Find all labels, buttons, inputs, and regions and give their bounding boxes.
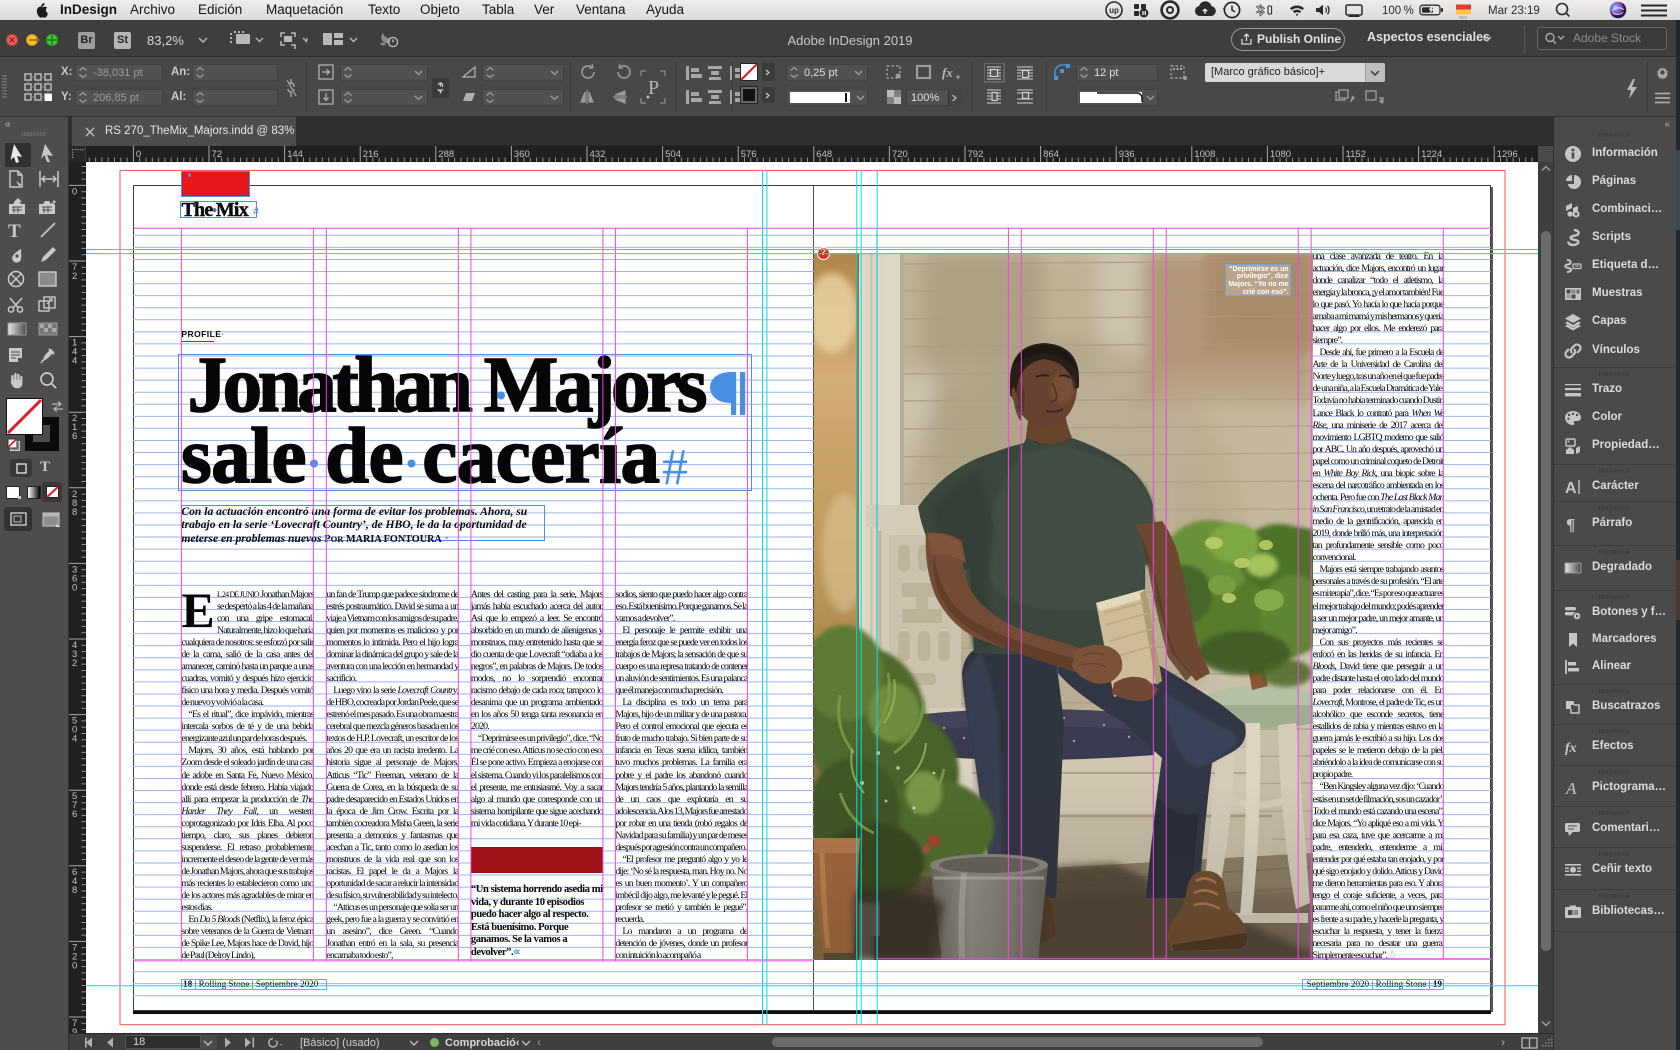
svg-text:144: 144 [287,149,303,160]
svg-text:8: 8 [72,507,77,518]
svg-text:fx: fx [1565,741,1577,756]
svg-text:up: up [1109,6,1119,15]
svg-text:1080: 1080 [1270,149,1291,160]
svg-text:432: 432 [590,149,606,160]
svg-text:576: 576 [741,149,757,160]
svg-text:4: 4 [72,356,77,367]
svg-text:2: 2 [72,658,77,669]
svg-text:P: P [648,77,659,99]
svg-text:0: 0 [136,149,141,160]
svg-text:Mar 23:19: Mar 23:19 [1488,5,1540,17]
svg-text:¶: ¶ [1566,515,1575,533]
svg-text:936: 936 [1119,149,1135,160]
svg-text:0: 0 [72,960,77,971]
svg-text:216: 216 [363,149,379,160]
svg-text:A: A [1565,480,1577,496]
svg-text:1152: 1152 [1346,149,1366,160]
svg-text:6: 6 [72,809,77,820]
svg-text:fx: fx [942,65,953,80]
svg-text:100 %: 100 % [1382,5,1414,17]
svg-text:360: 360 [514,149,530,160]
svg-text:6: 6 [72,431,77,442]
svg-text:504: 504 [665,149,681,160]
svg-text:1008: 1008 [1194,149,1215,160]
svg-text:720: 720 [892,149,908,160]
svg-text:0: 0 [72,186,77,197]
svg-text:8: 8 [72,885,77,896]
svg-text:72: 72 [212,149,223,160]
svg-text:288: 288 [438,149,454,160]
svg-text:4: 4 [72,734,77,745]
svg-text:792: 792 [968,149,984,160]
svg-text:1296: 1296 [1497,149,1518,160]
svg-text:2: 2 [72,271,77,282]
svg-text:864: 864 [1043,149,1059,160]
svg-text:T: T [8,221,21,242]
svg-text:A: A [1565,779,1577,797]
svg-text:648: 648 [816,149,832,160]
svg-text:1224: 1224 [1421,149,1442,160]
svg-text:0: 0 [72,582,77,593]
